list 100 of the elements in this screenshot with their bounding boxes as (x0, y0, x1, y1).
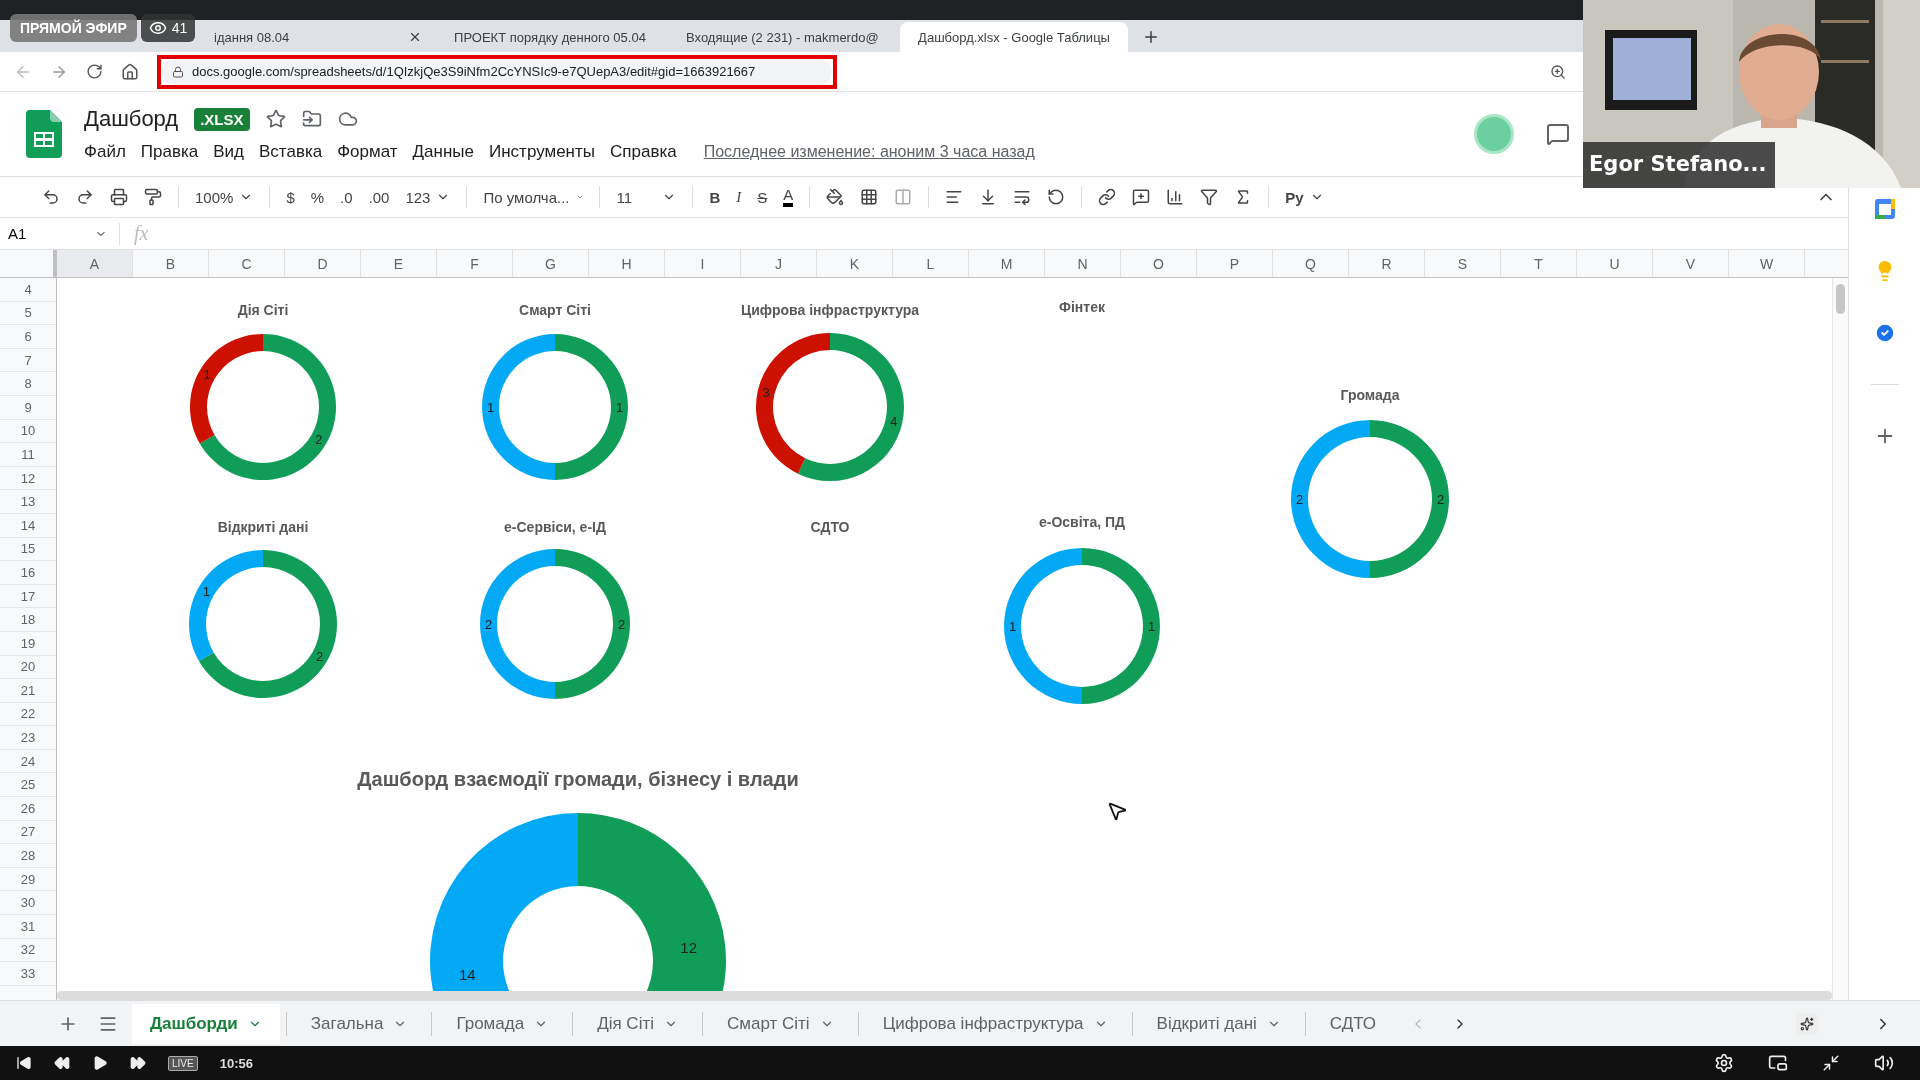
row-header[interactable]: 33 (0, 962, 56, 986)
zoom-dropdown[interactable]: 100% (195, 188, 254, 206)
column-header[interactable]: B (133, 250, 209, 277)
column-header[interactable]: H (589, 250, 665, 277)
row-header[interactable]: 12 (0, 466, 56, 491)
row-header[interactable]: 5 (0, 301, 56, 326)
row-header[interactable]: 31 (0, 915, 56, 939)
menu-item[interactable]: Справка (610, 142, 677, 162)
row-header[interactable]: 23 (0, 726, 56, 750)
sheet-tab[interactable]: Загальна (292, 1003, 426, 1044)
row-header[interactable]: 17 (0, 584, 56, 609)
calendar-icon[interactable] (1873, 198, 1896, 220)
horizontal-scrollbar[interactable] (57, 991, 1832, 1000)
column-header[interactable]: O (1121, 250, 1197, 277)
menu-item[interactable]: Вставка (259, 142, 323, 162)
column-header[interactable]: U (1577, 250, 1653, 277)
zoom-icon[interactable] (1550, 63, 1566, 80)
column-header[interactable]: L (893, 250, 969, 277)
italic-button[interactable]: I (736, 188, 742, 206)
settings-icon[interactable] (1714, 1053, 1734, 1073)
row-header[interactable]: 11 (0, 443, 56, 467)
column-header[interactable]: J (741, 250, 817, 277)
row-header[interactable]: 24 (0, 749, 56, 774)
row-header[interactable]: 15 (0, 537, 56, 562)
wrap-icon[interactable] (1013, 188, 1032, 206)
sparkle-icon[interactable] (1796, 1012, 1818, 1035)
column-header[interactable]: A (57, 250, 133, 277)
tasks-icon[interactable] (1873, 322, 1896, 344)
sheet-tab[interactable]: Громада (438, 1003, 567, 1044)
rewind-icon[interactable] (54, 1055, 70, 1071)
paint-format-icon[interactable] (144, 188, 162, 206)
column-header[interactable]: G (513, 250, 589, 277)
menu-item[interactable]: Вид (213, 142, 244, 162)
column-header[interactable]: E (361, 250, 437, 277)
comment-icon[interactable] (1132, 188, 1151, 206)
font-size-dropdown[interactable]: 11 (616, 188, 677, 206)
cell-reference-field[interactable]: A1 (0, 222, 120, 245)
sheet-tab[interactable]: СДТО (1311, 1003, 1395, 1044)
align-icon[interactable] (945, 188, 964, 206)
row-header[interactable]: 20 (0, 655, 56, 680)
undo-icon[interactable] (42, 188, 60, 206)
row-header[interactable]: 7 (0, 348, 56, 373)
sheet-tab[interactable]: Відкриті дані (1138, 1003, 1299, 1044)
column-header[interactable]: Q (1273, 250, 1349, 277)
scrollbar-thumb[interactable] (1836, 284, 1845, 314)
format-dropdown[interactable]: 123 (405, 188, 451, 206)
row-header[interactable]: 29 (0, 867, 56, 892)
row-header[interactable]: 21 (0, 679, 56, 703)
rotate-icon[interactable] (1047, 188, 1066, 206)
menu-item[interactable]: Правка (140, 142, 199, 162)
column-header[interactable]: R (1349, 250, 1425, 277)
filter-icon[interactable] (1200, 188, 1219, 206)
browser-tab[interactable]: ідання 08.04 (204, 22, 432, 52)
menu-item[interactable]: Файл (84, 142, 126, 162)
column-header[interactable]: T (1501, 250, 1577, 277)
address-field[interactable]: docs.google.com/spreadsheets/d/1QIzkjQe3S9iNfm2CcYNSIc9-e7QUepA3/edit#gid=1663921667 (162, 59, 832, 84)
row-header[interactable]: 26 (0, 797, 56, 821)
row-header[interactable]: 18 (0, 608, 56, 632)
row-header[interactable]: 6 (0, 325, 56, 349)
last-edit-link[interactable]: Последнее изменение: аноним 3 часа назад (703, 143, 1035, 161)
font-dropdown[interactable]: По умолча... (483, 188, 584, 206)
browser-tab[interactable]: ПРОЕКТ порядку денного 05.04 (436, 22, 664, 52)
close-icon[interactable] (408, 30, 422, 44)
row-header[interactable]: 14 (0, 513, 56, 538)
row-header[interactable]: 25 (0, 773, 56, 798)
sheet-tab[interactable]: Дія Сіті (579, 1003, 696, 1044)
browser-tab[interactable]: Входящие (2 231) - makmerdo@ (668, 22, 896, 52)
volume-icon[interactable] (1874, 1053, 1894, 1073)
row-header[interactable]: 30 (0, 891, 56, 916)
menu-item[interactable]: Формат (337, 142, 398, 162)
folder-icon[interactable] (301, 109, 322, 129)
menu-item[interactable]: Инструменты (489, 142, 595, 162)
percent-button[interactable]: % (310, 188, 325, 206)
decrease-decimals-button[interactable]: .0 (340, 188, 353, 206)
reload-icon[interactable] (86, 63, 103, 80)
cloud-icon[interactable] (337, 109, 358, 129)
print-icon[interactable] (110, 188, 128, 206)
menu-item[interactable]: Данные (412, 142, 474, 162)
increase-decimals-button[interactable]: .00 (368, 188, 390, 206)
row-header[interactable]: 19 (0, 631, 56, 656)
column-header[interactable]: D (285, 250, 361, 277)
browser-tab[interactable]: Дашборд.xlsx - Google Таблицы (900, 22, 1128, 52)
chart-icon[interactable] (1166, 188, 1185, 206)
merge-cells-icon[interactable] (894, 188, 913, 206)
borders-icon[interactable] (860, 188, 879, 206)
currency-button[interactable]: $ (286, 188, 295, 206)
picture-in-picture-icon[interactable] (1768, 1053, 1788, 1073)
column-header[interactable]: W (1729, 250, 1805, 277)
strikethrough-button[interactable]: S (757, 188, 768, 206)
link-icon[interactable] (1098, 188, 1117, 206)
row-header[interactable]: 10 (0, 419, 56, 444)
sheet-tab[interactable]: Цифрова інфраструктура (864, 1003, 1126, 1044)
fill-color-icon[interactable] (826, 188, 845, 206)
redo-icon[interactable] (76, 188, 94, 206)
row-header[interactable]: 32 (0, 938, 56, 963)
sheet-tab[interactable]: Дашборди (132, 1003, 280, 1044)
row-header[interactable]: 13 (0, 490, 56, 514)
text-color-button[interactable]: A (783, 187, 794, 207)
minimize-icon[interactable] (1822, 1054, 1840, 1072)
play-icon[interactable] (92, 1055, 108, 1071)
